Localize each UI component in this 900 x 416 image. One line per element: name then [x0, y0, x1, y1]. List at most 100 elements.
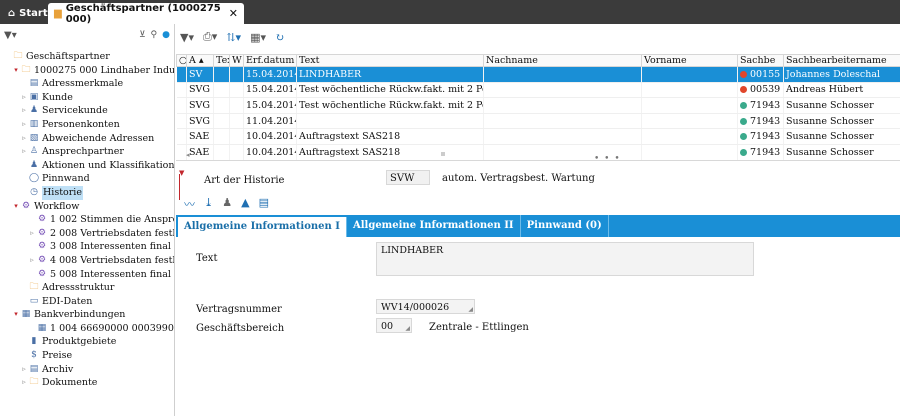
cell-text[interactable]: LINDHABER	[296, 66, 484, 83]
horizontal-scrollbar[interactable]: ◂	[176, 151, 900, 159]
cell-erfdatum[interactable]: 15.04.2014	[243, 66, 297, 83]
cell-vorname[interactable]	[641, 82, 738, 99]
filter-icon[interactable]: ▼▾	[4, 30, 17, 41]
expand-toggle-icon[interactable]: ▹	[20, 376, 28, 390]
close-icon[interactable]: ✕	[229, 7, 238, 20]
sort-icon[interactable]: ⇅▾	[226, 31, 241, 44]
column-options[interactable]: ○	[176, 54, 187, 67]
expand-toggle-icon[interactable]: ▾	[12, 308, 20, 322]
row-marker[interactable]	[176, 128, 187, 145]
chart-icon[interactable]: 〰	[184, 196, 195, 212]
cell-nachname[interactable]	[483, 66, 642, 83]
expand-toggle-icon[interactable]: ▹	[28, 227, 36, 241]
expand-toggle-icon[interactable]: ▹	[20, 132, 28, 146]
cell-vorname[interactable]	[641, 113, 738, 130]
cell-a[interactable]: SVG	[186, 97, 214, 114]
cell-w[interactable]	[229, 82, 244, 99]
cell-sachbe[interactable]: 71943	[737, 97, 784, 114]
cell-w[interactable]	[229, 113, 244, 130]
tree-item[interactable]: 🗀 Geschäftspartner	[0, 50, 174, 64]
column-header-sachbe[interactable]: Sachbe	[737, 54, 784, 67]
user-settings-icon[interactable]: ♟	[222, 196, 232, 212]
tab-geschaeftspartner[interactable]: ▆ Geschäftspartner (1000275 000) ✕	[48, 3, 244, 25]
tree-item[interactable]: ▹ ⚙ 4 008 Vertriebsdaten festl	[0, 254, 174, 268]
cell-vorname[interactable]	[641, 66, 738, 83]
tree-item[interactable]: ▮ Produktgebiete	[0, 335, 174, 349]
tree-item[interactable]: ◷ Historie	[0, 185, 174, 200]
tree-item[interactable]: ▭ EDI-Daten	[0, 295, 174, 309]
table-row[interactable]: SAE 10.04.2014 Auftragstext SAS218 71943 Sus…	[176, 128, 900, 145]
contract-number-field[interactable]: WV14/000026 ◢	[376, 299, 475, 314]
cell-nachname[interactable]	[483, 113, 642, 130]
cell-tex[interactable]	[213, 82, 230, 99]
cell-sachbe[interactable]: 00539	[737, 82, 784, 99]
cell-text[interactable]	[296, 113, 484, 130]
cell-sachbe[interactable]: 71943	[737, 113, 784, 130]
tree-filter-icon[interactable]: ⊻	[139, 30, 146, 40]
expand-toggle-icon[interactable]: ▹	[20, 91, 28, 105]
scroll-left-icon[interactable]: ◂	[186, 151, 190, 159]
tree-item[interactable]: ◯ Pinnwand	[0, 172, 174, 186]
cell-vorname[interactable]	[641, 97, 738, 114]
scroll-thumb[interactable]	[441, 152, 445, 156]
cell-text[interactable]: Test wöchentliche Rückw.fakt. mit 2 Posi…	[296, 82, 484, 99]
text-field[interactable]: LINDHABER	[376, 242, 754, 276]
cell-erfdatum[interactable]: 15.04.2014	[243, 82, 297, 99]
tree-item[interactable]: ▹ ♙ Ansprechpartner	[0, 145, 174, 159]
tree-item[interactable]: 🗀 Adressstruktur	[0, 281, 174, 295]
print-icon[interactable]: ⎙▾	[203, 30, 217, 44]
tree-item[interactable]: ▹ 🗀 Dokumente	[0, 376, 174, 390]
cell-nachname[interactable]	[483, 128, 642, 145]
cell-w[interactable]	[229, 128, 244, 145]
cell-sachbe[interactable]: 71943	[737, 128, 784, 145]
expand-toggle-icon[interactable]: ▾	[12, 64, 20, 78]
cell-tex[interactable]	[213, 66, 230, 83]
cell-vorname[interactable]	[641, 128, 738, 145]
lock-icon[interactable]: ▲	[241, 196, 249, 212]
cell-sachbe[interactable]: 00155	[737, 66, 784, 83]
tree-item[interactable]: ⚙ 5 008 Interessenten final i	[0, 268, 174, 282]
table-row[interactable]: SVG 11.04.2014 71943 Susanne Schosser	[176, 113, 900, 130]
document-icon[interactable]: ▤	[259, 196, 269, 212]
history-type-field[interactable]: SVW	[386, 170, 430, 185]
column-header-w[interactable]: W	[229, 54, 244, 67]
tree-item[interactable]: $ Preise	[0, 349, 174, 363]
column-header-vorname[interactable]: Vorname	[641, 54, 738, 67]
cell-a[interactable]: SV	[186, 66, 214, 83]
table-row[interactable]: SVG 15.04.2014 Test wöchentliche Rückw.fak…	[176, 82, 900, 99]
cell-w[interactable]	[229, 66, 244, 83]
column-header-sachbearbeitername[interactable]: Sachbearbeitername	[783, 54, 900, 67]
cell-a[interactable]: SAE	[186, 128, 214, 145]
splitter-grip-icon[interactable]: • • •	[594, 154, 621, 164]
cell-tex[interactable]	[213, 97, 230, 114]
expand-toggle-icon[interactable]: ▹	[20, 363, 28, 377]
column-header-nachname[interactable]: Nachname	[483, 54, 642, 67]
expand-toggle-icon[interactable]: ▹	[20, 145, 28, 159]
cell-sachbearbeitername[interactable]: Andreas Hübert	[783, 82, 900, 99]
cell-a[interactable]: SVG	[186, 113, 214, 130]
cell-tex[interactable]	[213, 128, 230, 145]
tree-item[interactable]: ♟ Aktionen und Klassifikationen	[0, 159, 174, 173]
tree-item[interactable]: ▹ ♟ Servicekunde	[0, 104, 174, 118]
refresh-icon[interactable]: ↻	[275, 31, 284, 44]
cell-erfdatum[interactable]: 10.04.2014	[243, 128, 297, 145]
tree-item[interactable]: ▹ ▤ Archiv	[0, 363, 174, 377]
expand-toggle-icon[interactable]: ▹	[20, 104, 28, 118]
cell-w[interactable]	[229, 97, 244, 114]
tab-pinnwand[interactable]: Pinnwand (0)	[521, 215, 609, 237]
tree-item[interactable]: ▹ ▣ Kunde	[0, 91, 174, 105]
column-header-text[interactable]: Text	[296, 54, 484, 67]
column-header-erfdatum[interactable]: Erf.datum ▾	[243, 54, 297, 67]
row-marker[interactable]	[176, 113, 187, 130]
column-header-tex[interactable]: Tex	[213, 54, 230, 67]
business-area-field[interactable]: 00 ◢	[376, 318, 412, 333]
export-icon[interactable]: ▦▾	[250, 31, 266, 44]
cell-sachbearbeitername[interactable]: Susanne Schosser	[783, 113, 900, 130]
tree-item[interactable]: ▾ ▦ Bankverbindungen	[0, 308, 174, 322]
tree-item[interactable]: ▾🗀1000275 000 Lindhaber Industri	[0, 64, 174, 78]
tree-item[interactable]: ▾ ⚙ Workflow	[0, 200, 174, 214]
cell-a[interactable]: SVG	[186, 82, 214, 99]
tree-item[interactable]: ▹ ▥ Personenkonten	[0, 118, 174, 132]
cell-erfdatum[interactable]: 15.04.2014	[243, 97, 297, 114]
cell-text[interactable]: Auftragstext SAS218	[296, 128, 484, 145]
